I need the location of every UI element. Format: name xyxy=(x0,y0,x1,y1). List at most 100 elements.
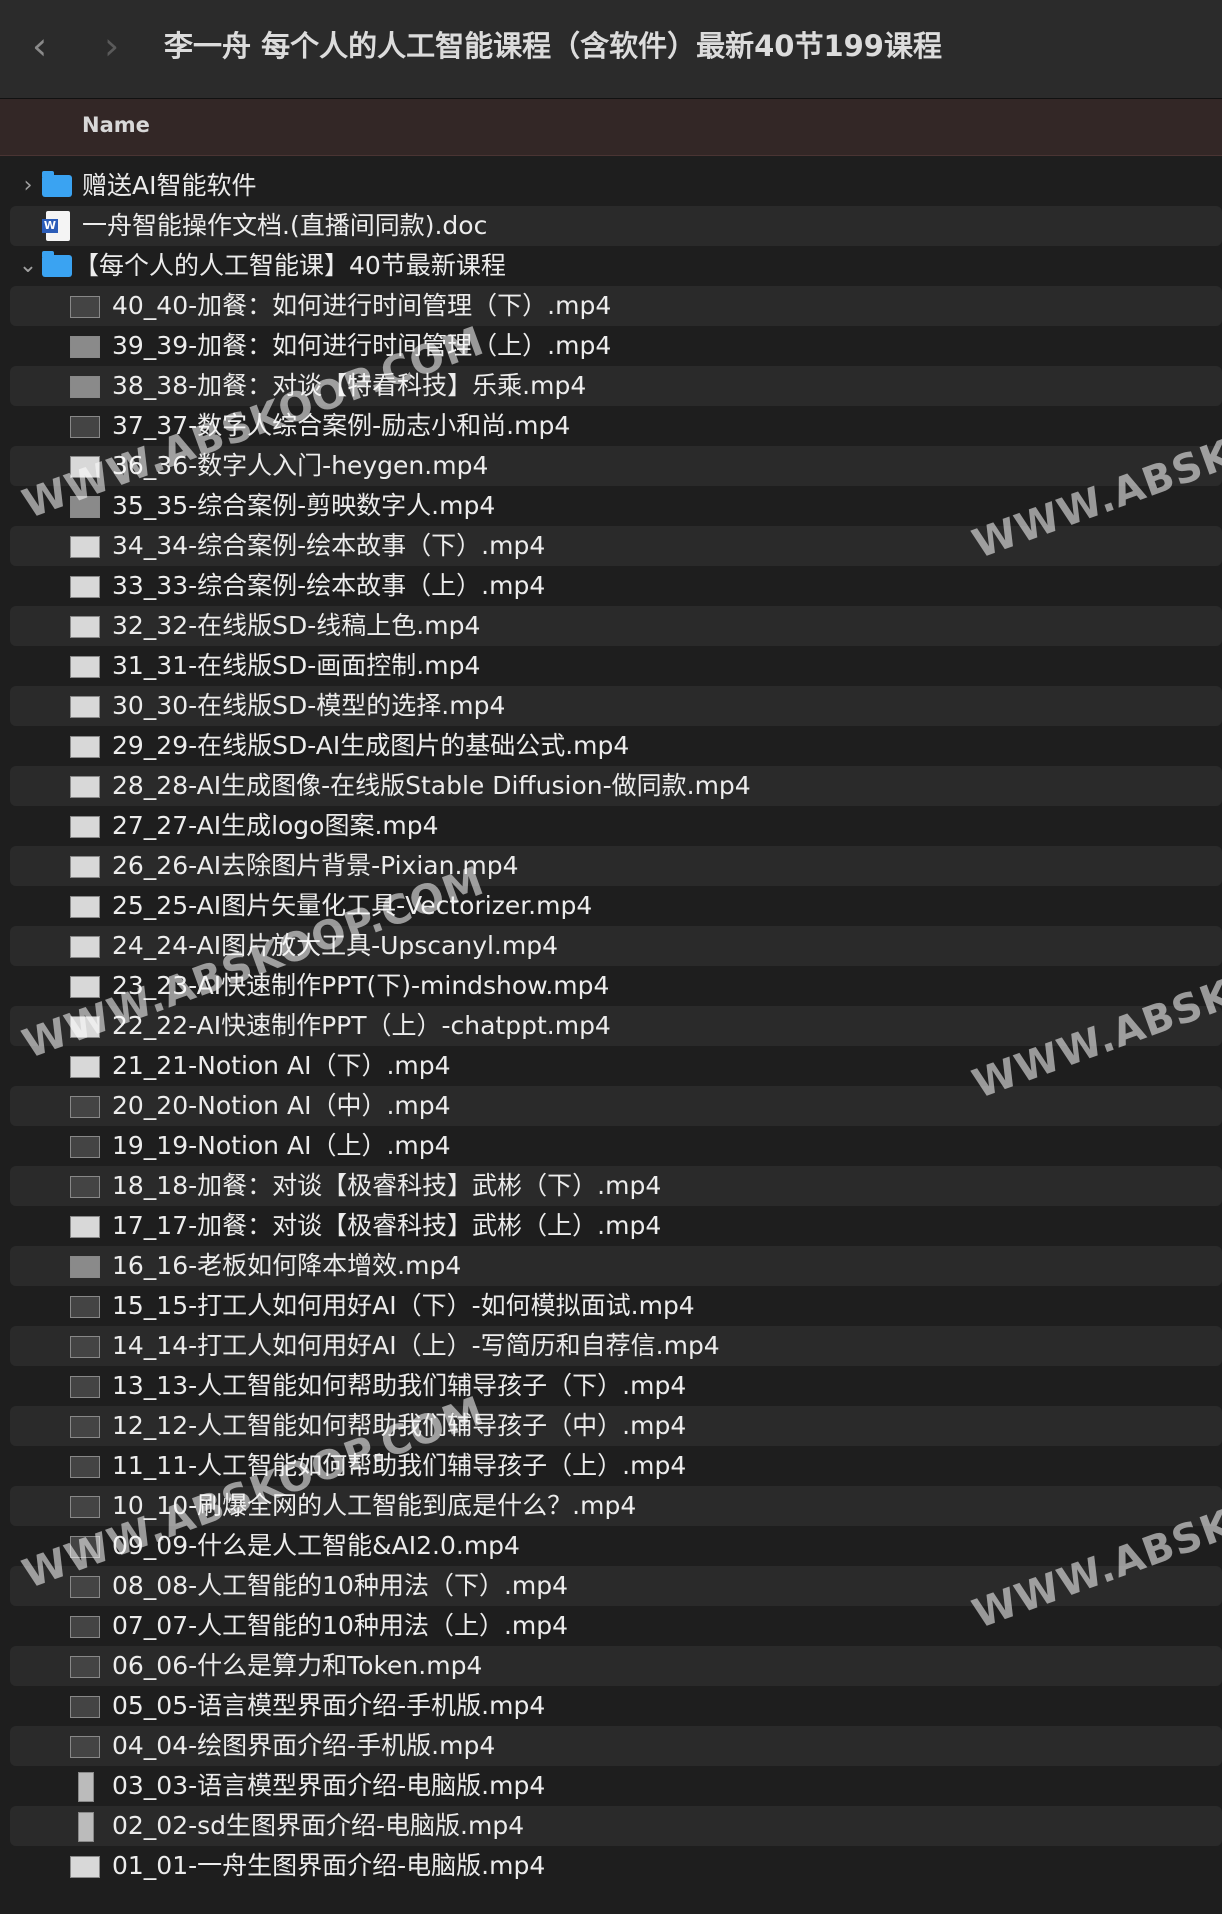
file-row[interactable]: 30_30-在线版SD-模型的选择.mp4 xyxy=(10,686,1222,726)
file-name: 40_40-加餐：如何进行时间管理（下）.mp4 xyxy=(112,291,612,320)
video-thumbnail-icon xyxy=(70,1056,100,1078)
video-thumbnail-icon xyxy=(70,1296,100,1318)
file-name: 03_03-语言模型界面介绍-电脑版.mp4 xyxy=(112,1771,546,1800)
file-name: 15_15-打工人如何用好AI（下）-如何模拟面试.mp4 xyxy=(112,1291,695,1320)
folder-row[interactable]: ⌄ 【每个人的人工智能课】40节最新课程 xyxy=(10,246,1222,286)
file-row[interactable]: 31_31-在线版SD-画面控制.mp4 xyxy=(10,646,1222,686)
file-row[interactable]: 04_04-绘图界面介绍-手机版.mp4 xyxy=(10,1726,1222,1766)
video-thumbnail-icon xyxy=(78,1772,94,1802)
video-thumbnail-icon xyxy=(70,1616,100,1638)
word-document-icon xyxy=(42,211,70,241)
forward-icon[interactable]: › xyxy=(104,24,119,68)
file-name: 13_13-人工智能如何帮助我们辅导孩子（下）.mp4 xyxy=(112,1371,687,1400)
disclosure-triangle-icon[interactable]: ⌄ xyxy=(18,246,38,286)
folder-icon xyxy=(42,251,72,277)
video-thumbnail-icon xyxy=(70,1136,100,1158)
file-name: 34_34-综合案例-绘本故事（下）.mp4 xyxy=(112,531,546,560)
file-row[interactable]: 29_29-在线版SD-AI生成图片的基础公式.mp4 xyxy=(10,726,1222,766)
file-row[interactable]: 03_03-语言模型界面介绍-电脑版.mp4 xyxy=(10,1766,1222,1806)
file-row[interactable]: 15_15-打工人如何用好AI（下）-如何模拟面试.mp4 xyxy=(10,1286,1222,1326)
file-name: 16_16-老板如何降本增效.mp4 xyxy=(112,1251,462,1280)
file-name: 18_18-加餐：对谈【极睿科技】武彬（下）.mp4 xyxy=(112,1171,662,1200)
video-thumbnail-icon xyxy=(70,1376,100,1398)
video-thumbnail-icon xyxy=(70,616,100,638)
file-row[interactable]: 16_16-老板如何降本增效.mp4 xyxy=(10,1246,1222,1286)
file-name: 30_30-在线版SD-模型的选择.mp4 xyxy=(112,691,506,720)
name-column-header[interactable]: Name xyxy=(82,113,150,137)
video-thumbnail-icon xyxy=(70,416,100,438)
file-name: 32_32-在线版SD-线稿上色.mp4 xyxy=(112,611,481,640)
file-row[interactable]: 06_06-什么是算力和Token.mp4 xyxy=(10,1646,1222,1686)
file-name: 20_20-Notion AI（中）.mp4 xyxy=(112,1091,451,1120)
file-name: 08_08-人工智能的10种用法（下）.mp4 xyxy=(112,1571,569,1600)
file-row[interactable]: 28_28-AI生成图像-在线版Stable Diffusion-做同款.mp4 xyxy=(10,766,1222,806)
file-name: 27_27-AI生成logo图案.mp4 xyxy=(112,811,439,840)
video-thumbnail-icon xyxy=(70,696,100,718)
video-thumbnail-icon xyxy=(70,376,100,398)
video-thumbnail-icon xyxy=(70,896,100,918)
file-row[interactable]: 19_19-Notion AI（上）.mp4 xyxy=(10,1126,1222,1166)
file-row[interactable]: 01_01-一舟生图界面介绍-电脑版.mp4 xyxy=(10,1846,1222,1886)
file-name: 17_17-加餐：对谈【极睿科技】武彬（上）.mp4 xyxy=(112,1211,662,1240)
file-row[interactable]: 12_12-人工智能如何帮助我们辅导孩子（中）.mp4 xyxy=(10,1406,1222,1446)
file-row[interactable]: 一舟智能操作文档.(直播间同款).doc xyxy=(10,206,1222,246)
file-row[interactable]: 18_18-加餐：对谈【极睿科技】武彬（下）.mp4 xyxy=(10,1166,1222,1206)
title-bar: ‹ › 李一舟 每个人的人工智能课程（含软件）最新40节199课程 xyxy=(0,0,1222,99)
file-name: 29_29-在线版SD-AI生成图片的基础公式.mp4 xyxy=(112,731,630,760)
file-row[interactable]: 26_26-AI去除图片背景-Pixian.mp4 xyxy=(10,846,1222,886)
video-thumbnail-icon xyxy=(70,1656,100,1678)
video-thumbnail-icon xyxy=(70,1496,100,1518)
video-thumbnail-icon xyxy=(70,576,100,598)
video-thumbnail-icon xyxy=(70,1856,100,1878)
file-row[interactable]: 40_40-加餐：如何进行时间管理（下）.mp4 xyxy=(10,286,1222,326)
file-row[interactable]: 11_11-人工智能如何帮助我们辅导孩子（上）.mp4 xyxy=(10,1446,1222,1486)
file-row[interactable]: 27_27-AI生成logo图案.mp4 xyxy=(10,806,1222,846)
video-thumbnail-icon xyxy=(70,656,100,678)
file-name: 35_35-综合案例-剪映数字人.mp4 xyxy=(112,491,496,520)
file-row[interactable]: 38_38-加餐：对谈【特看科技】乐乘.mp4 xyxy=(10,366,1222,406)
file-name: 04_04-绘图界面介绍-手机版.mp4 xyxy=(112,1731,496,1760)
file-name: 31_31-在线版SD-画面控制.mp4 xyxy=(112,651,481,680)
file-name: 19_19-Notion AI（上）.mp4 xyxy=(112,1131,451,1160)
list-header: Name xyxy=(0,99,1222,156)
window-title: 李一舟 每个人的人工智能课程（含软件）最新40节199课程 xyxy=(164,29,942,63)
file-name: 28_28-AI生成图像-在线版Stable Diffusion-做同款.mp4 xyxy=(112,771,751,800)
video-thumbnail-icon xyxy=(70,536,100,558)
video-thumbnail-icon xyxy=(70,1096,100,1118)
file-row[interactable]: 32_32-在线版SD-线稿上色.mp4 xyxy=(10,606,1222,646)
file-name: 【每个人的人工智能课】40节最新课程 xyxy=(74,251,506,280)
video-thumbnail-icon xyxy=(70,1696,100,1718)
file-row[interactable]: 39_39-加餐：如何进行时间管理（上）.mp4 xyxy=(10,326,1222,366)
file-row[interactable]: 05_05-语言模型界面介绍-手机版.mp4 xyxy=(10,1686,1222,1726)
video-thumbnail-icon xyxy=(70,1416,100,1438)
video-thumbnail-icon xyxy=(70,856,100,878)
video-thumbnail-icon xyxy=(70,1456,100,1478)
file-name: 33_33-综合案例-绘本故事（上）.mp4 xyxy=(112,571,546,600)
file-row[interactable]: 20_20-Notion AI（中）.mp4 xyxy=(10,1086,1222,1126)
video-thumbnail-icon xyxy=(70,1336,100,1358)
file-row[interactable]: 02_02-sd生图界面介绍-电脑版.mp4 xyxy=(10,1806,1222,1846)
file-name: 22_22-AI快速制作PPT（上）-chatppt.mp4 xyxy=(112,1011,611,1040)
file-name: 21_21-Notion AI（下）.mp4 xyxy=(112,1051,451,1080)
file-name: 一舟智能操作文档.(直播间同款).doc xyxy=(82,211,488,240)
file-row[interactable]: 13_13-人工智能如何帮助我们辅导孩子（下）.mp4 xyxy=(10,1366,1222,1406)
file-name: 01_01-一舟生图界面介绍-电脑版.mp4 xyxy=(112,1851,546,1880)
file-name: 赠送AI智能软件 xyxy=(82,171,257,200)
file-row[interactable]: 33_33-综合案例-绘本故事（上）.mp4 xyxy=(10,566,1222,606)
disclosure-triangle-icon[interactable]: › xyxy=(18,166,38,206)
video-thumbnail-icon xyxy=(70,1216,100,1238)
file-name: 06_06-什么是算力和Token.mp4 xyxy=(112,1651,483,1680)
video-thumbnail-icon xyxy=(70,296,100,318)
file-name: 14_14-打工人如何用好AI（上）-写简历和自荐信.mp4 xyxy=(112,1331,720,1360)
folder-icon xyxy=(42,171,72,197)
video-thumbnail-icon xyxy=(70,1256,100,1278)
file-row[interactable]: 25_25-AI图片矢量化工具-Vectorizer.mp4 xyxy=(10,886,1222,926)
folder-row[interactable]: › 赠送AI智能软件 xyxy=(10,166,1222,206)
file-row[interactable]: 14_14-打工人如何用好AI（上）-写简历和自荐信.mp4 xyxy=(10,1326,1222,1366)
file-row[interactable]: 17_17-加餐：对谈【极睿科技】武彬（上）.mp4 xyxy=(10,1206,1222,1246)
video-thumbnail-icon xyxy=(70,336,100,358)
video-thumbnail-icon xyxy=(78,1812,94,1842)
back-icon[interactable]: ‹ xyxy=(32,24,47,68)
video-thumbnail-icon xyxy=(70,736,100,758)
video-thumbnail-icon xyxy=(70,1736,100,1758)
